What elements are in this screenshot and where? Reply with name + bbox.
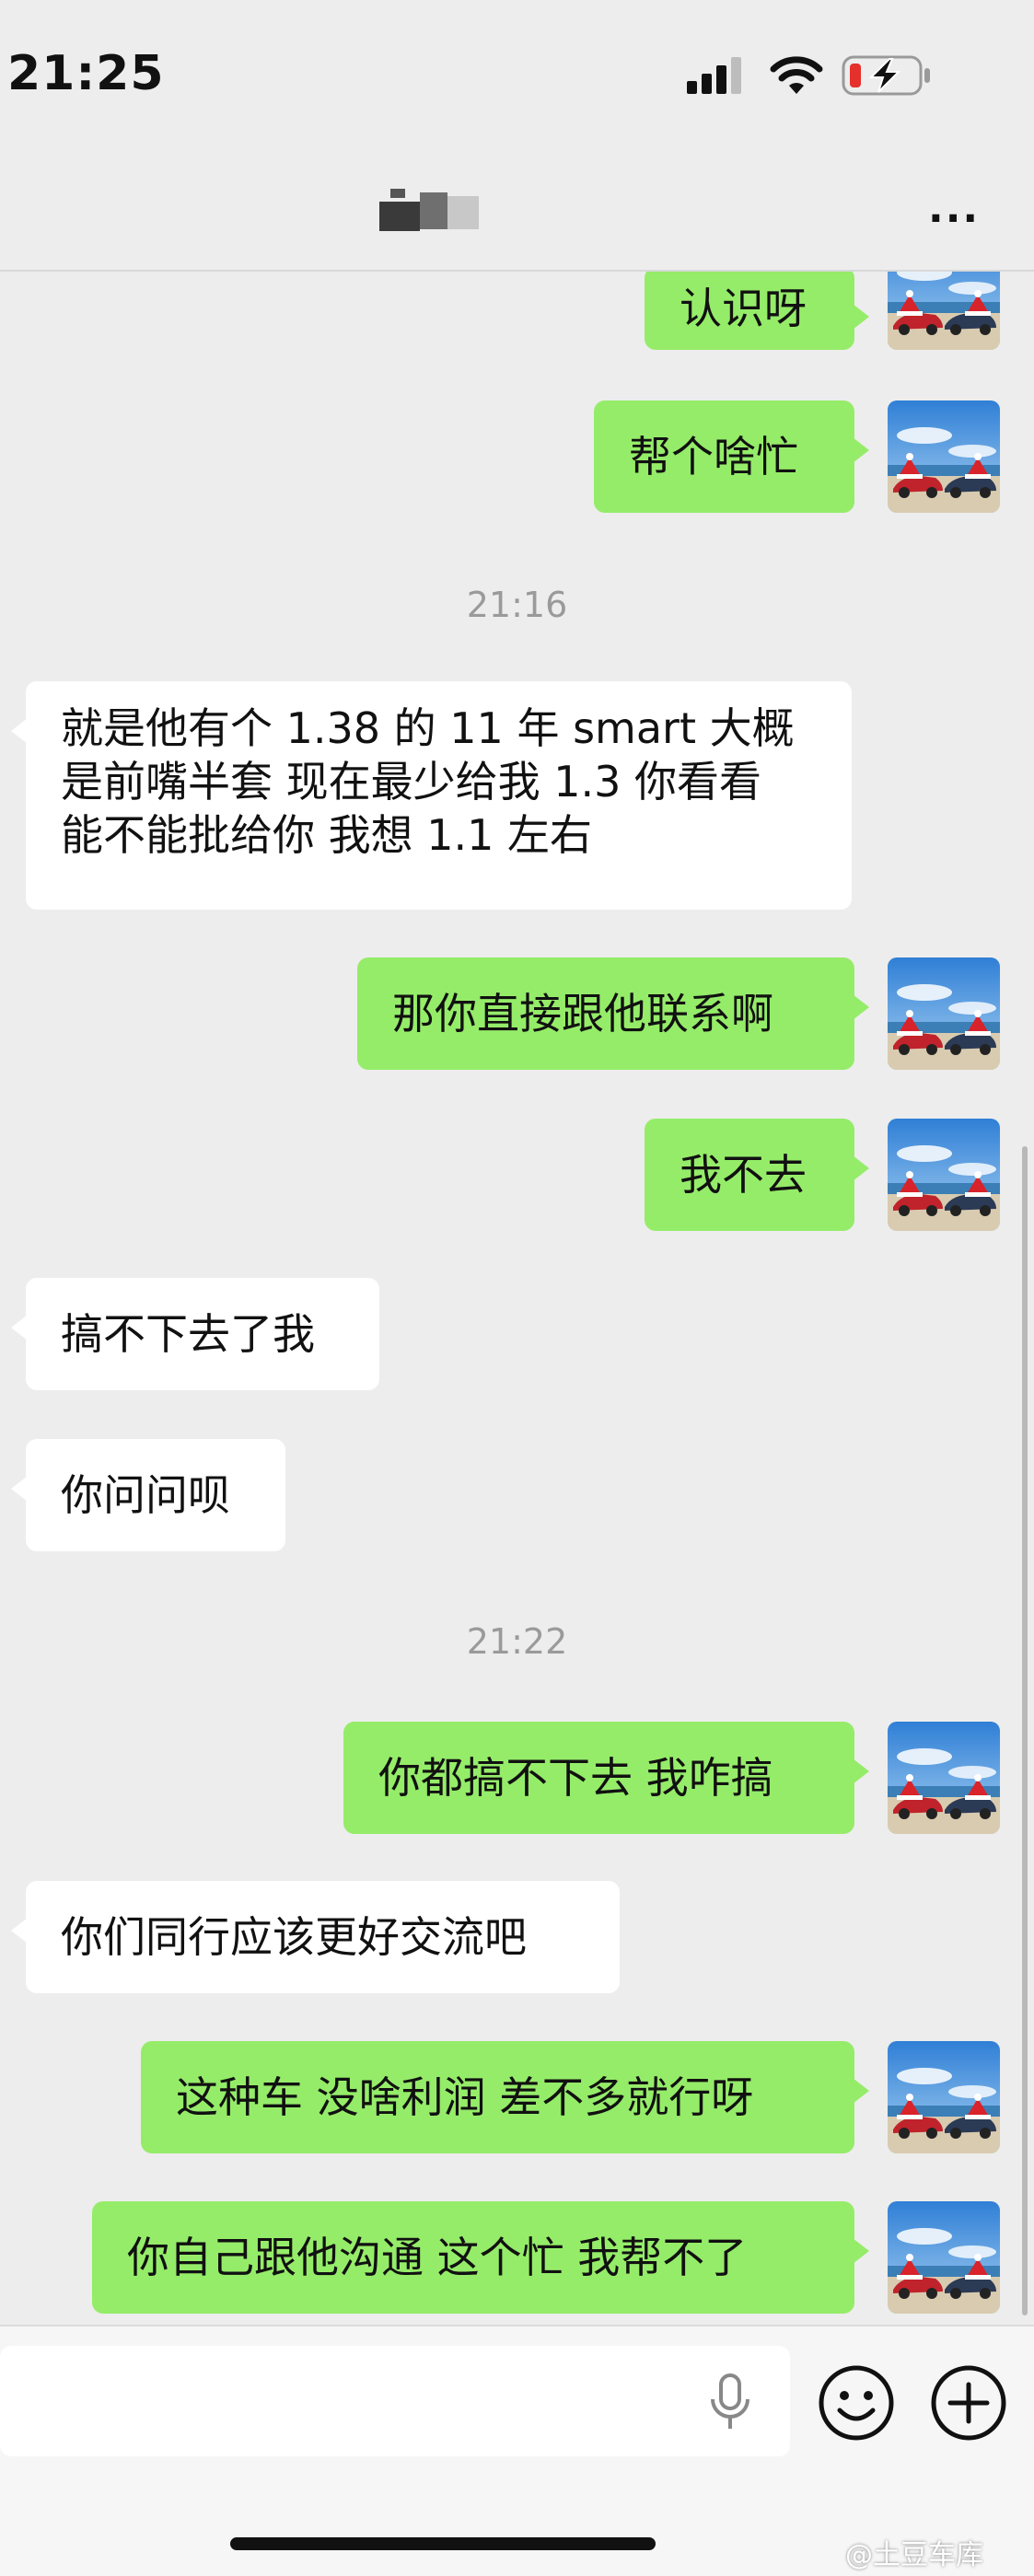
avatar[interactable]: [888, 1119, 1000, 1231]
avatar[interactable]: [888, 1722, 1000, 1834]
message-text: 我不去: [680, 1150, 807, 1200]
message-text-line: 能不能批给你 我想 1.1 左右: [61, 810, 593, 860]
outgoing-message-bubble[interactable]: 这种车 没啥利润 差不多就行呀: [141, 2041, 869, 2153]
message-text-line: 是前嘴半套 现在最少给我 1.3 你看看: [61, 757, 762, 806]
incoming-message-bubble[interactable]: 搞不下去了我: [11, 1278, 379, 1390]
incoming-message-bubble[interactable]: 你们同行应该更好交流吧: [11, 1881, 620, 1993]
message-text: 认识呀: [680, 284, 807, 333]
message-text: 你问问呗: [61, 1470, 230, 1520]
battery-charging-icon: [842, 55, 930, 96]
outgoing-message-bubble[interactable]: 我不去: [645, 1119, 869, 1231]
avatar[interactable]: [888, 957, 1000, 1070]
avatar[interactable]: [888, 272, 1000, 350]
microphone-icon[interactable]: [707, 2373, 753, 2432]
outgoing-message-bubble[interactable]: 你都搞不下去 我咋搞: [343, 1722, 869, 1834]
message-text: 搞不下去了我: [61, 1309, 315, 1359]
add-attachment-button[interactable]: [930, 2364, 1007, 2442]
incoming-message-bubble[interactable]: 你问问呗: [11, 1439, 285, 1551]
message-text: 那你直接跟他联系啊: [392, 989, 773, 1039]
avatar[interactable]: [888, 2201, 1000, 2314]
outgoing-message-bubble[interactable]: 帮个啥忙: [594, 400, 869, 513]
message-timestamp: 21:22: [466, 1621, 568, 1662]
home-indicator[interactable]: [230, 2537, 656, 2550]
message-text: 这种车 没啥利润 差不多就行呀: [176, 2072, 754, 2122]
status-time: 21:25: [7, 46, 165, 101]
message-input[interactable]: [0, 2346, 790, 2456]
message-text: 你都搞不下去 我咋搞: [378, 1753, 773, 1803]
chat-header: [0, 147, 1034, 272]
message-text: 帮个啥忙: [629, 432, 798, 482]
incoming-message-bubble[interactable]: 就是他有个 1.38 的 11 年 smart 大概 是前嘴半套 现在最少给我 1…: [11, 681, 852, 910]
blurred-contact-name: [379, 189, 479, 231]
message-text-line: 就是他有个 1.38 的 11 年 smart 大概: [61, 703, 795, 753]
avatar[interactable]: [888, 400, 1000, 513]
status-bar: 21:25: [0, 0, 1034, 147]
signal-icon: [687, 57, 741, 94]
message-text: 你自己跟他沟通 这个忙 我帮不了: [127, 2233, 748, 2282]
chat-message-list[interactable]: 认识呀帮个啥忙 21:16 就是他有个 1.38 的 11 年 smart 大概 是前…: [0, 272, 1034, 2325]
message-timestamp: 21:16: [466, 585, 568, 625]
outgoing-message-bubble[interactable]: 认识呀: [645, 272, 869, 350]
outgoing-message-bubble[interactable]: 你自己跟他沟通 这个忙 我帮不了: [92, 2201, 869, 2314]
emoji-button[interactable]: [818, 2364, 895, 2442]
watermark: @土豆车库: [845, 2539, 983, 2571]
scrollbar[interactable]: [1022, 1146, 1028, 2315]
wifi-icon: [770, 56, 823, 94]
message-text: 你们同行应该更好交流吧: [61, 1912, 527, 1962]
avatar[interactable]: [888, 2041, 1000, 2153]
more-options-button[interactable]: ···: [928, 195, 980, 242]
outgoing-message-bubble[interactable]: 那你直接跟他联系啊: [357, 957, 869, 1070]
